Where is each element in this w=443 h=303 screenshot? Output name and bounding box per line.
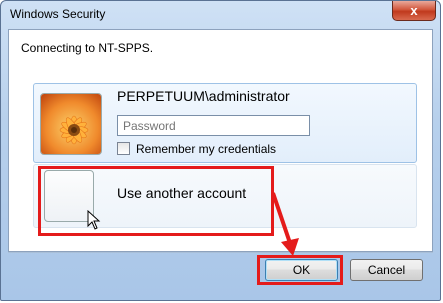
mouse-cursor-icon <box>87 210 101 230</box>
remember-checkbox[interactable] <box>117 142 130 155</box>
title-bar[interactable]: Windows Security x <box>1 1 440 29</box>
red-arrow-icon <box>271 192 299 256</box>
footer-divider <box>8 252 433 253</box>
credential-tile[interactable]: PERPETUUM\administrator Remember my cred… <box>33 83 417 163</box>
highlight-box-ok <box>257 255 343 285</box>
remember-credentials[interactable]: Remember my credentials <box>117 142 276 156</box>
password-field[interactable] <box>117 115 310 136</box>
user-avatar <box>40 93 102 155</box>
remember-label: Remember my credentials <box>136 142 277 156</box>
username-label: PERPETUUM\administrator <box>117 88 290 104</box>
highlight-box-other-account <box>38 166 274 236</box>
cancel-button[interactable]: Cancel <box>350 259 423 281</box>
close-button[interactable]: x <box>392 1 436 21</box>
window-title: Windows Security <box>10 7 106 21</box>
connecting-message: Connecting to NT-SPPS. <box>21 41 154 55</box>
